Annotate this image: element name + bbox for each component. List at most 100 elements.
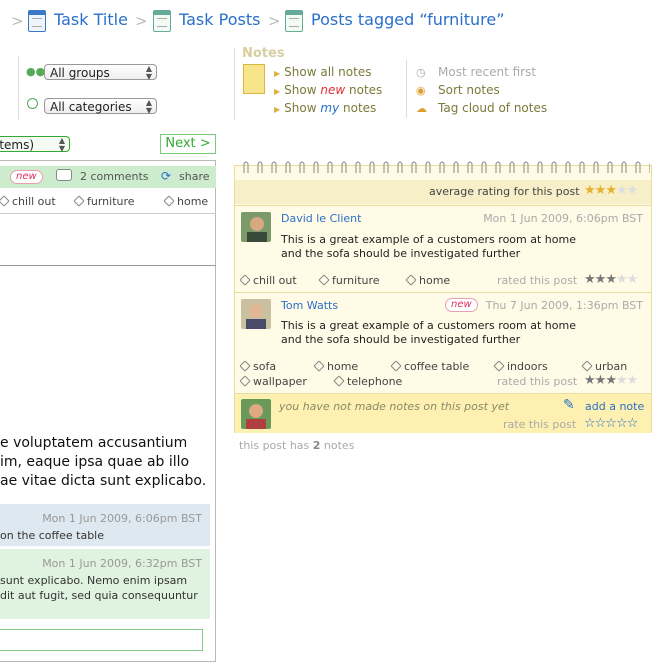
breadcrumb-separator: > [135, 12, 148, 30]
tag-item[interactable]: home [313, 360, 359, 373]
note-text: This is a great example of a customers r… [281, 319, 576, 332]
note-author[interactable]: David le Client [281, 212, 361, 225]
spiral-ring [243, 161, 249, 173]
spiral-ring [271, 161, 277, 173]
comments-link[interactable]: 2 comments [80, 170, 149, 183]
note-date: Mon 1 Jun 2009, 6:06pm BST [483, 212, 643, 225]
comment-input[interactable] [0, 629, 203, 651]
tag-item[interactable]: home [405, 274, 450, 287]
spiral-ring [369, 161, 375, 173]
divider [406, 60, 407, 118]
spiral-ring [635, 161, 641, 173]
triangle-icon: ▶ [274, 87, 281, 96]
add-note-link[interactable]: add a note [585, 400, 644, 413]
tag-label: sofa [253, 360, 277, 373]
star-icon: ★ [626, 373, 639, 388]
note-author[interactable]: Tom Watts [281, 299, 338, 312]
post-body-line: ae vitae dicta sunt explicabo. [0, 473, 207, 489]
notes-count-suffix: notes [323, 439, 355, 452]
tag-item[interactable]: furniture [73, 195, 135, 208]
spiral-ring [467, 161, 473, 173]
show-all-notes-link[interactable]: ▶ Show all notes [274, 65, 371, 79]
tag-item[interactable]: chill out [0, 195, 56, 208]
spiral-ring [425, 161, 431, 173]
breadcrumb-posts-tagged[interactable]: Posts tagged “furniture” [311, 10, 505, 29]
next-button[interactable]: Next > [160, 134, 216, 154]
note-rating-stars: ★★★★★ [584, 373, 639, 388]
groups-select[interactable]: All groups ▲ ▼ [44, 64, 157, 81]
most-recent-first-option[interactable]: Most recent first [438, 65, 536, 79]
tag-item[interactable]: indoors [493, 360, 548, 373]
spiral-ring [341, 161, 347, 173]
spiral-ring [439, 161, 445, 173]
rate-label: rate this post [503, 418, 577, 431]
comment-text: dit aut fugit, sed quia consequuntur [0, 589, 198, 602]
show-new-em: new [320, 83, 346, 97]
tag-icon [390, 360, 402, 372]
show-my-em: my [320, 101, 340, 115]
pencil-icon: ✎ [563, 397, 575, 413]
tag-item[interactable]: urban [581, 360, 628, 373]
spiral-ring [551, 161, 557, 173]
tag-label: urban [595, 360, 628, 373]
my-note-row: you have not made notes on this post yet… [235, 393, 651, 433]
categories-select[interactable]: All categories ▲ ▼ [44, 98, 157, 115]
notes-count-prefix: this post has [239, 439, 310, 452]
groups-icon: ●● [26, 65, 46, 78]
notepad-icon [243, 64, 265, 94]
tag-cloud-link[interactable]: Tag cloud of notes [438, 101, 547, 115]
tag-icon [405, 274, 417, 286]
rated-label: rated this post [497, 375, 578, 388]
tag-item[interactable]: coffee table [390, 360, 470, 373]
spiral-ring [607, 161, 613, 173]
posts-icon [153, 10, 171, 32]
spiral-ring [257, 161, 263, 173]
breadcrumb-separator: > [11, 12, 24, 30]
items-select-value: items) [0, 138, 35, 152]
spiral-ring [313, 161, 319, 173]
note-item: Tom Watts new Thu 7 Jun 2009, 1:36pm BST… [235, 292, 651, 393]
avatar [241, 399, 271, 429]
comment-item: Mon 1 Jun 2009, 6:06pm BST on the coffee… [0, 504, 210, 546]
star-icon: ★ [605, 183, 617, 198]
tag-item[interactable]: furniture [318, 274, 380, 287]
triangle-icon: ▶ [274, 105, 281, 114]
spiral-ring [495, 161, 501, 173]
share-link[interactable]: share [179, 170, 210, 183]
note-text: This is a great example of a customers r… [281, 233, 576, 246]
tag-item[interactable]: home [163, 195, 208, 208]
share-icon: ⟳ [161, 169, 172, 183]
show-new-notes-link[interactable]: ▶ Show new notes [274, 83, 382, 97]
star-icon: ★ [626, 183, 639, 198]
categories-select-value: All categories [50, 100, 132, 114]
comment-text: on the coffee table [0, 529, 104, 542]
show-all-notes-label: Show all notes [284, 65, 372, 79]
divider [234, 48, 235, 120]
spiral-ring [453, 161, 459, 173]
show-my-notes-link[interactable]: ▶ Show my notes [274, 101, 376, 115]
new-badge: new [445, 298, 478, 312]
tag-label: home [327, 360, 359, 373]
tag-item[interactable]: telephone [333, 375, 403, 388]
tag-item[interactable]: wallpaper [239, 375, 307, 388]
post-body-line: e voluptatem accusantium [0, 435, 188, 451]
triangle-icon: ▶ [274, 69, 281, 78]
breadcrumb-separator: > [268, 12, 281, 30]
tag-icon [239, 360, 251, 372]
tag-icon [239, 375, 251, 387]
tag-label: telephone [347, 375, 403, 388]
items-per-page-select[interactable]: items) ▲▼ [0, 136, 70, 153]
spiral-ring [411, 161, 417, 173]
tag-label: coffee table [404, 360, 470, 373]
rate-post-stars[interactable]: ☆☆☆☆☆ [584, 416, 638, 431]
tag-item[interactable]: sofa [239, 360, 277, 373]
sort-notes-link[interactable]: Sort notes [438, 83, 500, 97]
show-new-prefix: Show [284, 83, 317, 97]
spiral-ring [621, 161, 627, 173]
tag-label: chill out [12, 195, 56, 208]
tag-item[interactable]: chill out [239, 274, 297, 287]
breadcrumb-task-title[interactable]: Task Title [54, 10, 128, 29]
breadcrumb-task-posts[interactable]: Task Posts [179, 10, 260, 29]
note-date: Thu 7 Jun 2009, 1:36pm BST [485, 299, 643, 312]
star-icon: ★ [594, 373, 607, 388]
